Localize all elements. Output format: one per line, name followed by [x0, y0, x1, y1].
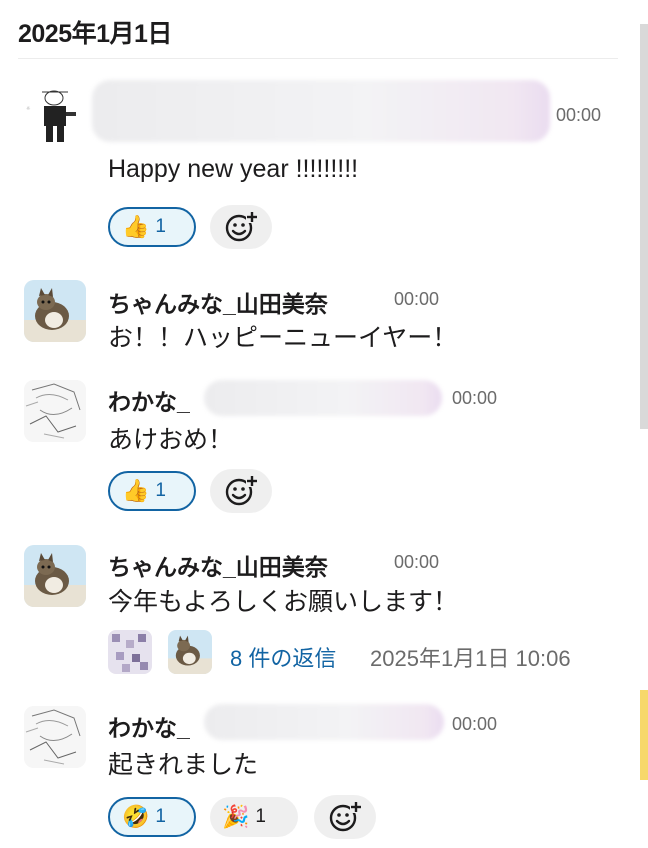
reaction-rolling-laughing[interactable]: 🤣 1	[108, 797, 196, 837]
add-emoji-icon	[225, 211, 258, 242]
reaction-party-popper[interactable]: 🎉 1	[210, 797, 298, 837]
message-text: 起きれました	[108, 751, 259, 779]
add-reaction-button[interactable]	[210, 205, 272, 249]
author-name-redacted	[204, 380, 442, 416]
message-time[interactable]: 00:00	[394, 289, 439, 310]
message-time[interactable]: 00:00	[394, 552, 439, 573]
reaction-thumbs-up[interactable]: 👍 1	[108, 207, 196, 247]
message-text: 今年もよろしくお願いします！	[108, 588, 459, 616]
svg-text:☼: ☼	[26, 106, 30, 112]
thumbs-up-icon: 👍	[122, 478, 150, 503]
reaction-count: 1	[255, 806, 266, 827]
cat-photo-icon	[168, 630, 212, 674]
author-name[interactable]: ちゃんみな_山田美奈	[108, 285, 328, 319]
message-time[interactable]: 00:00	[452, 714, 497, 735]
cat-photo-icon	[24, 545, 86, 607]
message-text: Happy new year !!!!!!!!!	[108, 155, 359, 183]
side-panel-highlight	[640, 690, 648, 780]
date-header: 2025年1月1日	[18, 20, 172, 48]
message-text: あけおめ！	[108, 426, 234, 454]
message-time[interactable]: 00:00	[452, 388, 497, 409]
party-popper-icon: 🎉	[222, 804, 250, 829]
avatar[interactable]	[24, 280, 86, 342]
manga-drawing-icon	[24, 380, 86, 442]
thread-participant-avatar	[108, 630, 152, 674]
avatar[interactable]: ☼	[24, 82, 86, 144]
avatar[interactable]	[24, 380, 86, 442]
add-reaction-button[interactable]	[314, 795, 376, 839]
pixel-avatar-icon	[108, 630, 152, 674]
thread-last-reply-time: 2025年1月1日 10:06	[370, 646, 571, 671]
cat-photo-icon	[24, 280, 86, 342]
reaction-count: 1	[155, 216, 166, 237]
avatar[interactable]	[24, 706, 86, 768]
add-reaction-button[interactable]	[210, 469, 272, 513]
thread-participant-avatar	[168, 630, 212, 674]
date-divider	[18, 58, 618, 59]
message-text: お！！ハッピーニューイヤー！	[108, 324, 458, 352]
thumbs-up-icon: 👍	[122, 214, 150, 239]
thread-replies-link[interactable]: 8 件の返信	[230, 641, 336, 673]
reaction-count: 1	[155, 480, 166, 501]
author-name[interactable]: わかな_	[108, 383, 190, 417]
message-time[interactable]: 00:00	[556, 105, 601, 126]
author-name[interactable]: わかな_	[108, 709, 190, 743]
side-panel-edge	[640, 24, 648, 429]
add-emoji-icon	[329, 801, 362, 832]
author-name-redacted	[204, 704, 444, 740]
rolling-laughing-icon: 🤣	[122, 804, 150, 829]
author-name[interactable]: ちゃんみな_山田美奈	[108, 548, 328, 582]
author-name-redacted	[92, 80, 550, 142]
add-emoji-icon	[225, 475, 258, 506]
sketch-figure-icon: ☼	[24, 82, 86, 144]
reaction-count: 1	[155, 806, 166, 827]
avatar[interactable]	[24, 545, 86, 607]
reaction-thumbs-up[interactable]: 👍 1	[108, 471, 196, 511]
manga-drawing-icon	[24, 706, 86, 768]
